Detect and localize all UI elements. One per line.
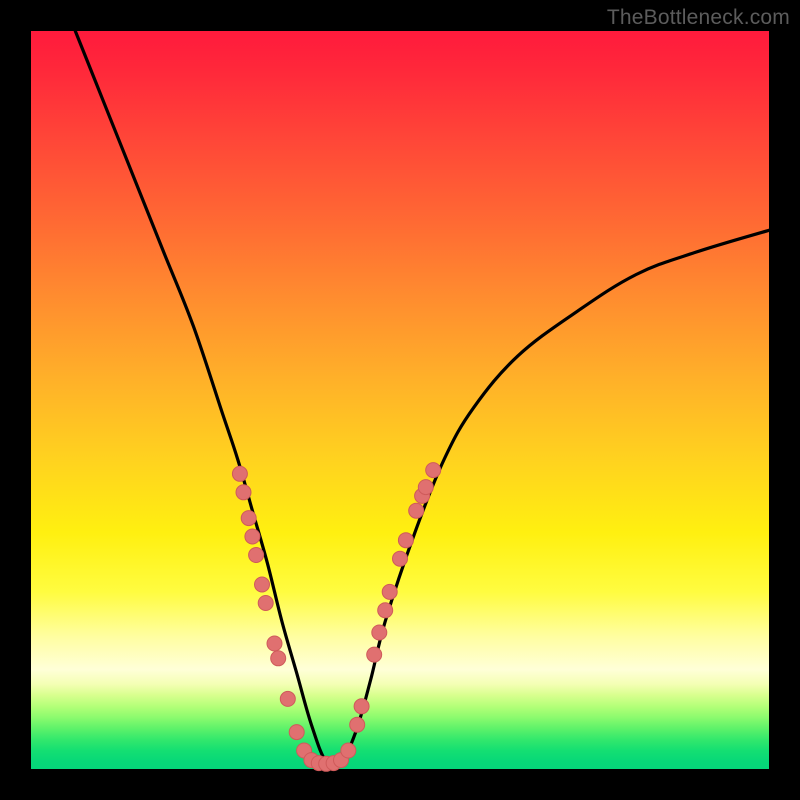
curve-marker xyxy=(241,511,256,526)
curve-marker xyxy=(236,485,251,500)
watermark-text: TheBottleneck.com xyxy=(607,6,790,30)
curve-marker xyxy=(426,463,441,478)
curve-marker xyxy=(398,533,413,548)
chart-frame: TheBottleneck.com xyxy=(0,0,800,800)
curve-marker xyxy=(418,480,433,495)
curve-marker xyxy=(354,699,369,714)
curve-marker xyxy=(255,577,270,592)
curve-marker xyxy=(382,584,397,599)
curve-marker xyxy=(258,596,273,611)
curve-marker xyxy=(378,603,393,618)
curve-marker xyxy=(232,466,247,481)
curve-marker xyxy=(267,636,282,651)
curve-marker xyxy=(271,651,286,666)
curve-marker xyxy=(249,548,264,563)
curve-marker xyxy=(350,717,365,732)
curve-layer xyxy=(31,31,769,769)
curve-marker xyxy=(341,743,356,758)
bottleneck-curve xyxy=(75,31,769,766)
curve-marker xyxy=(393,551,408,566)
curve-marker xyxy=(409,503,424,518)
curve-marker xyxy=(289,725,304,740)
curve-marker xyxy=(280,691,295,706)
curve-marker xyxy=(372,625,387,640)
curve-marker xyxy=(245,529,260,544)
plot-area xyxy=(31,31,769,769)
curve-marker xyxy=(367,647,382,662)
marker-group xyxy=(232,463,440,772)
